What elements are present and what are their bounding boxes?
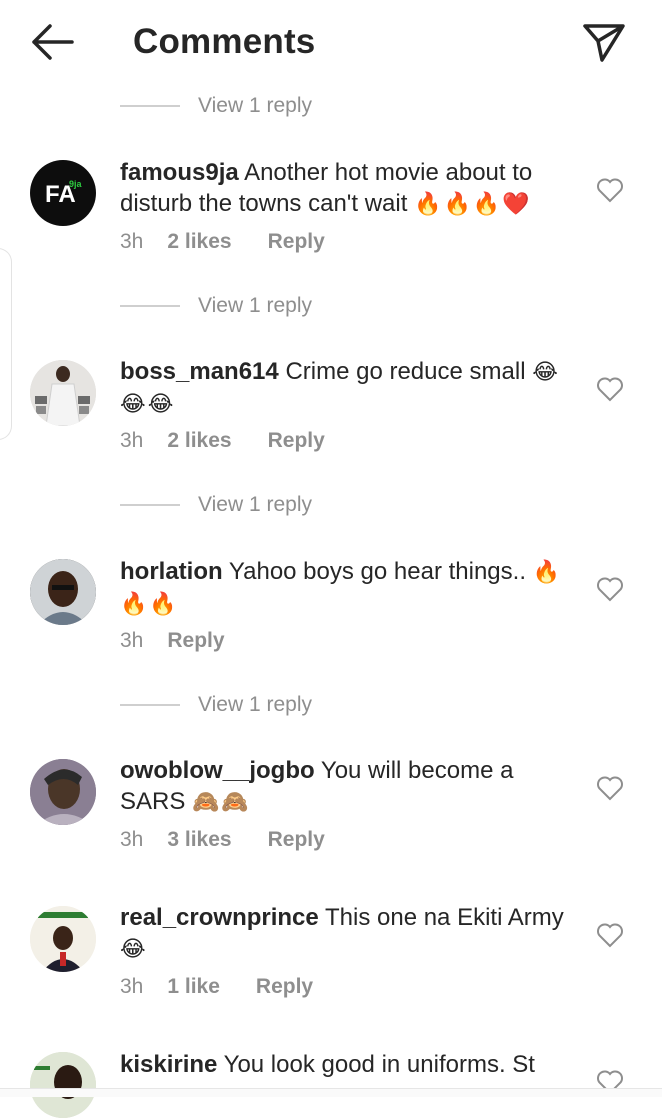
comment-text: boss_man614 Crime go reduce small 😂😂😂 bbox=[120, 356, 582, 420]
avatar-photo bbox=[30, 906, 96, 972]
reply-divider bbox=[120, 704, 180, 706]
avatar[interactable] bbox=[30, 906, 96, 972]
comment-text: famous9ja Another hot movie about to dis… bbox=[120, 157, 582, 220]
heart-outline-icon[interactable] bbox=[596, 177, 624, 203]
page-title: Comments bbox=[133, 22, 316, 61]
heart-outline-icon[interactable] bbox=[596, 775, 624, 801]
view-replies-link[interactable]: View 1 reply bbox=[120, 490, 312, 520]
logo-small: 9ja bbox=[69, 179, 83, 189]
comment-emoji: 🔥🔥🔥❤️ bbox=[414, 192, 532, 217]
view-replies-label: View 1 reply bbox=[198, 94, 313, 117]
reply-button[interactable]: Reply bbox=[268, 828, 325, 852]
view-replies-link[interactable]: View 1 reply bbox=[120, 291, 312, 321]
avatar[interactable]: FA 9ja bbox=[30, 160, 96, 226]
heart-outline-icon[interactable] bbox=[596, 576, 624, 602]
view-replies-link[interactable]: View 1 reply bbox=[120, 690, 312, 720]
comment-time: 3h bbox=[120, 975, 144, 998]
comment-text: owoblow__jogbo You will become a SARS 🙈🙈 bbox=[120, 755, 582, 818]
reply-divider bbox=[120, 105, 180, 107]
view-replies-label: View 1 reply bbox=[198, 493, 313, 516]
avatar-photo bbox=[30, 1052, 96, 1118]
comment-meta: 3h 2 likes Reply bbox=[120, 227, 325, 257]
comment-time: 3h bbox=[120, 230, 144, 253]
avatar-photo bbox=[30, 559, 96, 625]
comment-meta: 3h Reply bbox=[120, 626, 225, 656]
back-arrow-icon[interactable] bbox=[28, 22, 76, 62]
avatar[interactable] bbox=[30, 759, 96, 825]
view-replies-label: View 1 reply bbox=[198, 693, 313, 716]
avatar-photo bbox=[30, 360, 96, 426]
fa9ja-logo: FA 9ja bbox=[45, 179, 83, 208]
reply-button[interactable]: Reply bbox=[268, 230, 325, 254]
reply-divider bbox=[120, 504, 180, 506]
comment-username[interactable]: horlation bbox=[120, 558, 223, 585]
comment-emoji: 🙈🙈 bbox=[192, 790, 251, 815]
comment-likes[interactable]: 2 likes bbox=[167, 429, 231, 453]
avatar[interactable] bbox=[30, 559, 96, 625]
comment-meta: 3h 3 likes Reply bbox=[120, 825, 325, 855]
side-panel-edge bbox=[0, 248, 12, 440]
comment-likes[interactable]: 2 likes bbox=[167, 230, 231, 254]
comment-text: horlation Yahoo boys go hear things.. 🔥🔥… bbox=[120, 556, 582, 620]
heart-outline-icon[interactable] bbox=[596, 922, 624, 948]
comment-username[interactable]: famous9ja bbox=[120, 159, 239, 186]
reply-button[interactable]: Reply bbox=[256, 975, 313, 999]
reply-divider bbox=[120, 305, 180, 307]
avatar[interactable] bbox=[30, 1052, 96, 1118]
comment-likes[interactable]: 1 like bbox=[167, 975, 220, 999]
view-replies-link[interactable]: View 1 reply bbox=[120, 91, 312, 121]
comment-body: This one na Ekiti Army bbox=[324, 904, 564, 931]
comment-username[interactable]: owoblow__jogbo bbox=[120, 757, 315, 784]
header-bar: Comments bbox=[0, 0, 662, 88]
comment-text: kiskirine You look good in uniforms. St bbox=[120, 1049, 582, 1080]
reply-button[interactable]: Reply bbox=[167, 629, 224, 653]
avatar-photo bbox=[30, 759, 96, 825]
comment-meta: 3h 2 likes Reply bbox=[120, 426, 325, 456]
reply-button[interactable]: Reply bbox=[268, 429, 325, 453]
view-replies-label: View 1 reply bbox=[198, 294, 313, 317]
comment-body: Crime go reduce small bbox=[285, 358, 526, 385]
comment-time: 3h bbox=[120, 828, 144, 851]
comment-likes[interactable]: 3 likes bbox=[167, 828, 231, 852]
comment-time: 3h bbox=[120, 629, 144, 652]
comment-body: Yahoo boys go hear things.. bbox=[228, 558, 526, 585]
comment-username[interactable]: boss_man614 bbox=[120, 358, 279, 385]
comment-username[interactable]: kiskirine bbox=[120, 1051, 217, 1078]
comment-text: real_crownprince This one na Ekiti Army … bbox=[120, 902, 582, 965]
heart-outline-icon[interactable] bbox=[596, 376, 624, 402]
comment-emoji: 😂 bbox=[120, 937, 148, 962]
comment-time: 3h bbox=[120, 429, 144, 452]
comment-username[interactable]: real_crownprince bbox=[120, 904, 319, 931]
paper-plane-icon[interactable] bbox=[582, 22, 626, 62]
avatar[interactable] bbox=[30, 360, 96, 426]
comment-body: You look good in uniforms. St bbox=[223, 1051, 535, 1078]
comment-meta: 3h 1 like Reply bbox=[120, 972, 313, 1002]
